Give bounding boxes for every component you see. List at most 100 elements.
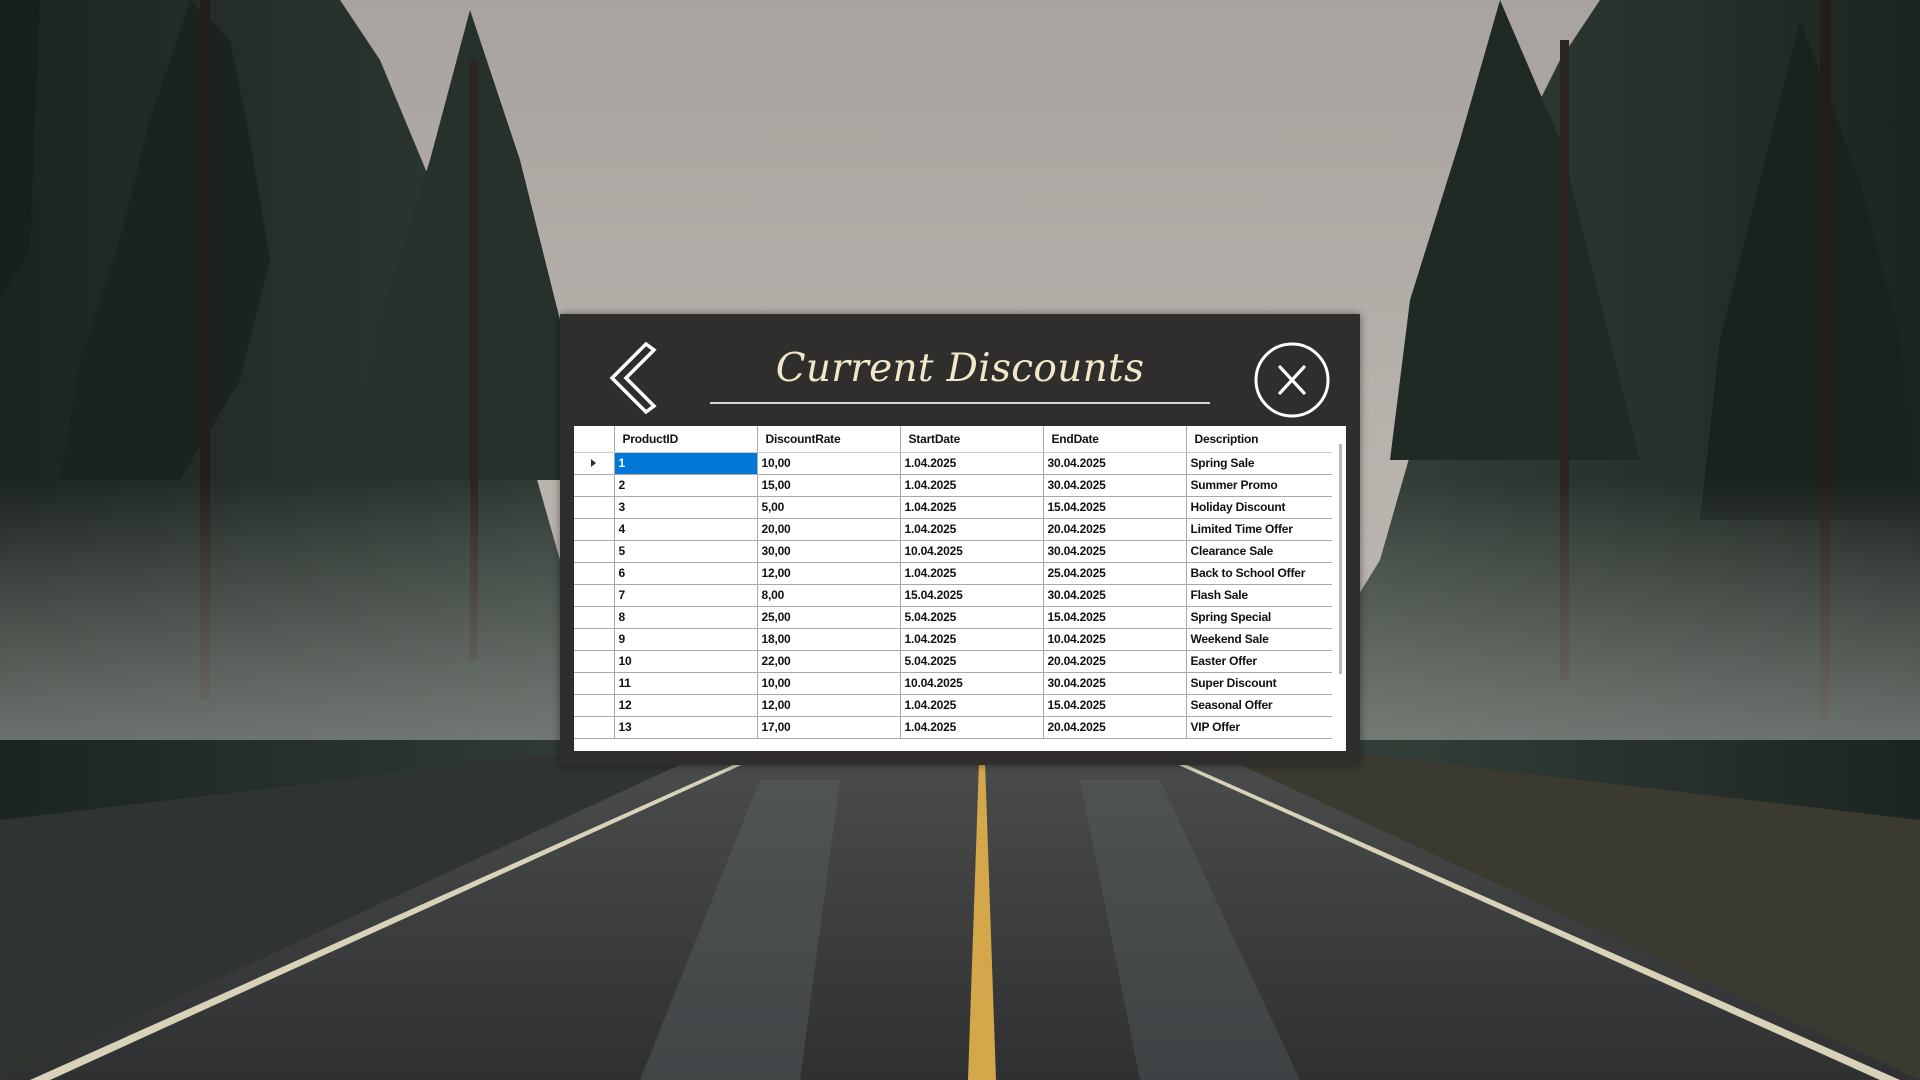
row-header[interactable]: [574, 716, 615, 739]
column-header-productid[interactable]: ProductID: [614, 426, 758, 453]
cell-enddate[interactable]: 20.04.2025: [1043, 518, 1187, 541]
cell-description[interactable]: Super Discount: [1186, 672, 1333, 695]
cell-productid[interactable]: 1: [614, 452, 758, 475]
scrollbar-thumb[interactable]: [1339, 444, 1342, 674]
table-row[interactable]: 3 5,00 1.04.2025 15.04.2025 Holiday Discount: [574, 496, 1333, 519]
back-button[interactable]: [598, 338, 668, 416]
cell-productid[interactable]: 12: [614, 694, 758, 717]
cell-enddate[interactable]: 20.04.2025: [1043, 650, 1187, 673]
cell-description[interactable]: Limited Time Offer: [1186, 518, 1333, 541]
cell-description[interactable]: Holiday Discount: [1186, 496, 1333, 519]
cell-discountrate[interactable]: 30,00: [757, 540, 901, 563]
cell-description[interactable]: Easter Offer: [1186, 650, 1333, 673]
row-header[interactable]: [574, 452, 615, 475]
table-row[interactable]: 8 25,00 5.04.2025 15.04.2025 Spring Special: [574, 606, 1333, 629]
cell-enddate[interactable]: 15.04.2025: [1043, 606, 1187, 629]
row-header-corner[interactable]: [574, 426, 615, 453]
cell-description[interactable]: Summer Promo: [1186, 474, 1333, 497]
cell-startdate[interactable]: 1.04.2025: [900, 562, 1044, 585]
table-row[interactable]: 2 15,00 1.04.2025 30.04.2025 Summer Promo: [574, 474, 1333, 497]
cell-discountrate[interactable]: 8,00: [757, 584, 901, 607]
cell-enddate[interactable]: 30.04.2025: [1043, 474, 1187, 497]
cell-description[interactable]: Back to School Offer: [1186, 562, 1333, 585]
cell-description[interactable]: VIP Offer: [1186, 716, 1333, 739]
column-header-discountrate[interactable]: DiscountRate: [757, 426, 901, 453]
cell-productid[interactable]: 10: [614, 650, 758, 673]
table-row[interactable]: 9 18,00 1.04.2025 10.04.2025 Weekend Sale: [574, 628, 1333, 651]
cell-startdate[interactable]: 10.04.2025: [900, 672, 1044, 695]
row-header[interactable]: [574, 628, 615, 651]
row-header[interactable]: [574, 540, 615, 563]
column-header-startdate[interactable]: StartDate: [900, 426, 1044, 453]
close-button[interactable]: [1254, 342, 1330, 418]
table-row[interactable]: 13 17,00 1.04.2025 20.04.2025 VIP Offer: [574, 716, 1333, 739]
cell-productid[interactable]: 2: [614, 474, 758, 497]
row-header[interactable]: [574, 518, 615, 541]
cell-description[interactable]: Flash Sale: [1186, 584, 1333, 607]
row-header[interactable]: [574, 562, 615, 585]
cell-productid[interactable]: 11: [614, 672, 758, 695]
cell-discountrate[interactable]: 18,00: [757, 628, 901, 651]
cell-discountrate[interactable]: 10,00: [757, 452, 901, 475]
cell-enddate[interactable]: 15.04.2025: [1043, 694, 1187, 717]
discounts-data-grid[interactable]: ProductID DiscountRate StartDate EndDate…: [574, 426, 1346, 751]
cell-enddate[interactable]: 30.04.2025: [1043, 452, 1187, 475]
table-row[interactable]: 6 12,00 1.04.2025 25.04.2025 Back to School …: [574, 562, 1333, 585]
cell-productid[interactable]: 4: [614, 518, 758, 541]
cell-discountrate[interactable]: 22,00: [757, 650, 901, 673]
cell-enddate[interactable]: 15.04.2025: [1043, 496, 1187, 519]
cell-description[interactable]: Spring Special: [1186, 606, 1333, 629]
row-header[interactable]: [574, 694, 615, 717]
cell-startdate[interactable]: 5.04.2025: [900, 606, 1044, 629]
cell-enddate[interactable]: 25.04.2025: [1043, 562, 1187, 585]
table-row[interactable]: 1 10,00 1.04.2025 30.04.2025 Spring Sale: [574, 452, 1333, 475]
table-row[interactable]: 4 20,00 1.04.2025 20.04.2025 Limited Time Of…: [574, 518, 1333, 541]
cell-startdate[interactable]: 10.04.2025: [900, 540, 1044, 563]
cell-startdate[interactable]: 1.04.2025: [900, 628, 1044, 651]
cell-productid[interactable]: 8: [614, 606, 758, 629]
row-header[interactable]: [574, 474, 615, 497]
cell-startdate[interactable]: 15.04.2025: [900, 584, 1044, 607]
cell-description[interactable]: Spring Sale: [1186, 452, 1333, 475]
column-header-enddate[interactable]: EndDate: [1043, 426, 1187, 453]
row-header[interactable]: [574, 606, 615, 629]
table-row[interactable]: 10 22,00 5.04.2025 20.04.2025 Easter Offer: [574, 650, 1333, 673]
row-header[interactable]: [574, 584, 615, 607]
cell-startdate[interactable]: 5.04.2025: [900, 650, 1044, 673]
row-header[interactable]: [574, 672, 615, 695]
cell-discountrate[interactable]: 15,00: [757, 474, 901, 497]
table-row[interactable]: 11 10,00 10.04.2025 30.04.2025 Super Discoun…: [574, 672, 1333, 695]
cell-startdate[interactable]: 1.04.2025: [900, 496, 1044, 519]
cell-enddate[interactable]: 30.04.2025: [1043, 584, 1187, 607]
cell-discountrate[interactable]: 17,00: [757, 716, 901, 739]
cell-productid[interactable]: 6: [614, 562, 758, 585]
table-row[interactable]: 12 12,00 1.04.2025 15.04.2025 Seasonal Offer: [574, 694, 1333, 717]
cell-description[interactable]: Clearance Sale: [1186, 540, 1333, 563]
cell-discountrate[interactable]: 20,00: [757, 518, 901, 541]
cell-productid[interactable]: 3: [614, 496, 758, 519]
cell-productid[interactable]: 5: [614, 540, 758, 563]
cell-description[interactable]: Seasonal Offer: [1186, 694, 1333, 717]
cell-productid[interactable]: 7: [614, 584, 758, 607]
cell-discountrate[interactable]: 25,00: [757, 606, 901, 629]
cell-startdate[interactable]: 1.04.2025: [900, 694, 1044, 717]
cell-enddate[interactable]: 30.04.2025: [1043, 672, 1187, 695]
cell-discountrate[interactable]: 10,00: [757, 672, 901, 695]
cell-productid[interactable]: 9: [614, 628, 758, 651]
table-row[interactable]: 7 8,00 15.04.2025 30.04.2025 Flash Sale: [574, 584, 1333, 607]
table-row[interactable]: 5 30,00 10.04.2025 30.04.2025 Clearance Sale: [574, 540, 1333, 563]
cell-enddate[interactable]: 10.04.2025: [1043, 628, 1187, 651]
cell-startdate[interactable]: 1.04.2025: [900, 518, 1044, 541]
row-header[interactable]: [574, 650, 615, 673]
row-header[interactable]: [574, 496, 615, 519]
cell-discountrate[interactable]: 5,00: [757, 496, 901, 519]
cell-productid[interactable]: 13: [614, 716, 758, 739]
cell-enddate[interactable]: 30.04.2025: [1043, 540, 1187, 563]
cell-startdate[interactable]: 1.04.2025: [900, 452, 1044, 475]
cell-description[interactable]: Weekend Sale: [1186, 628, 1333, 651]
vertical-scrollbar[interactable]: [1332, 426, 1346, 751]
cell-discountrate[interactable]: 12,00: [757, 694, 901, 717]
cell-enddate[interactable]: 20.04.2025: [1043, 716, 1187, 739]
cell-discountrate[interactable]: 12,00: [757, 562, 901, 585]
cell-startdate[interactable]: 1.04.2025: [900, 716, 1044, 739]
